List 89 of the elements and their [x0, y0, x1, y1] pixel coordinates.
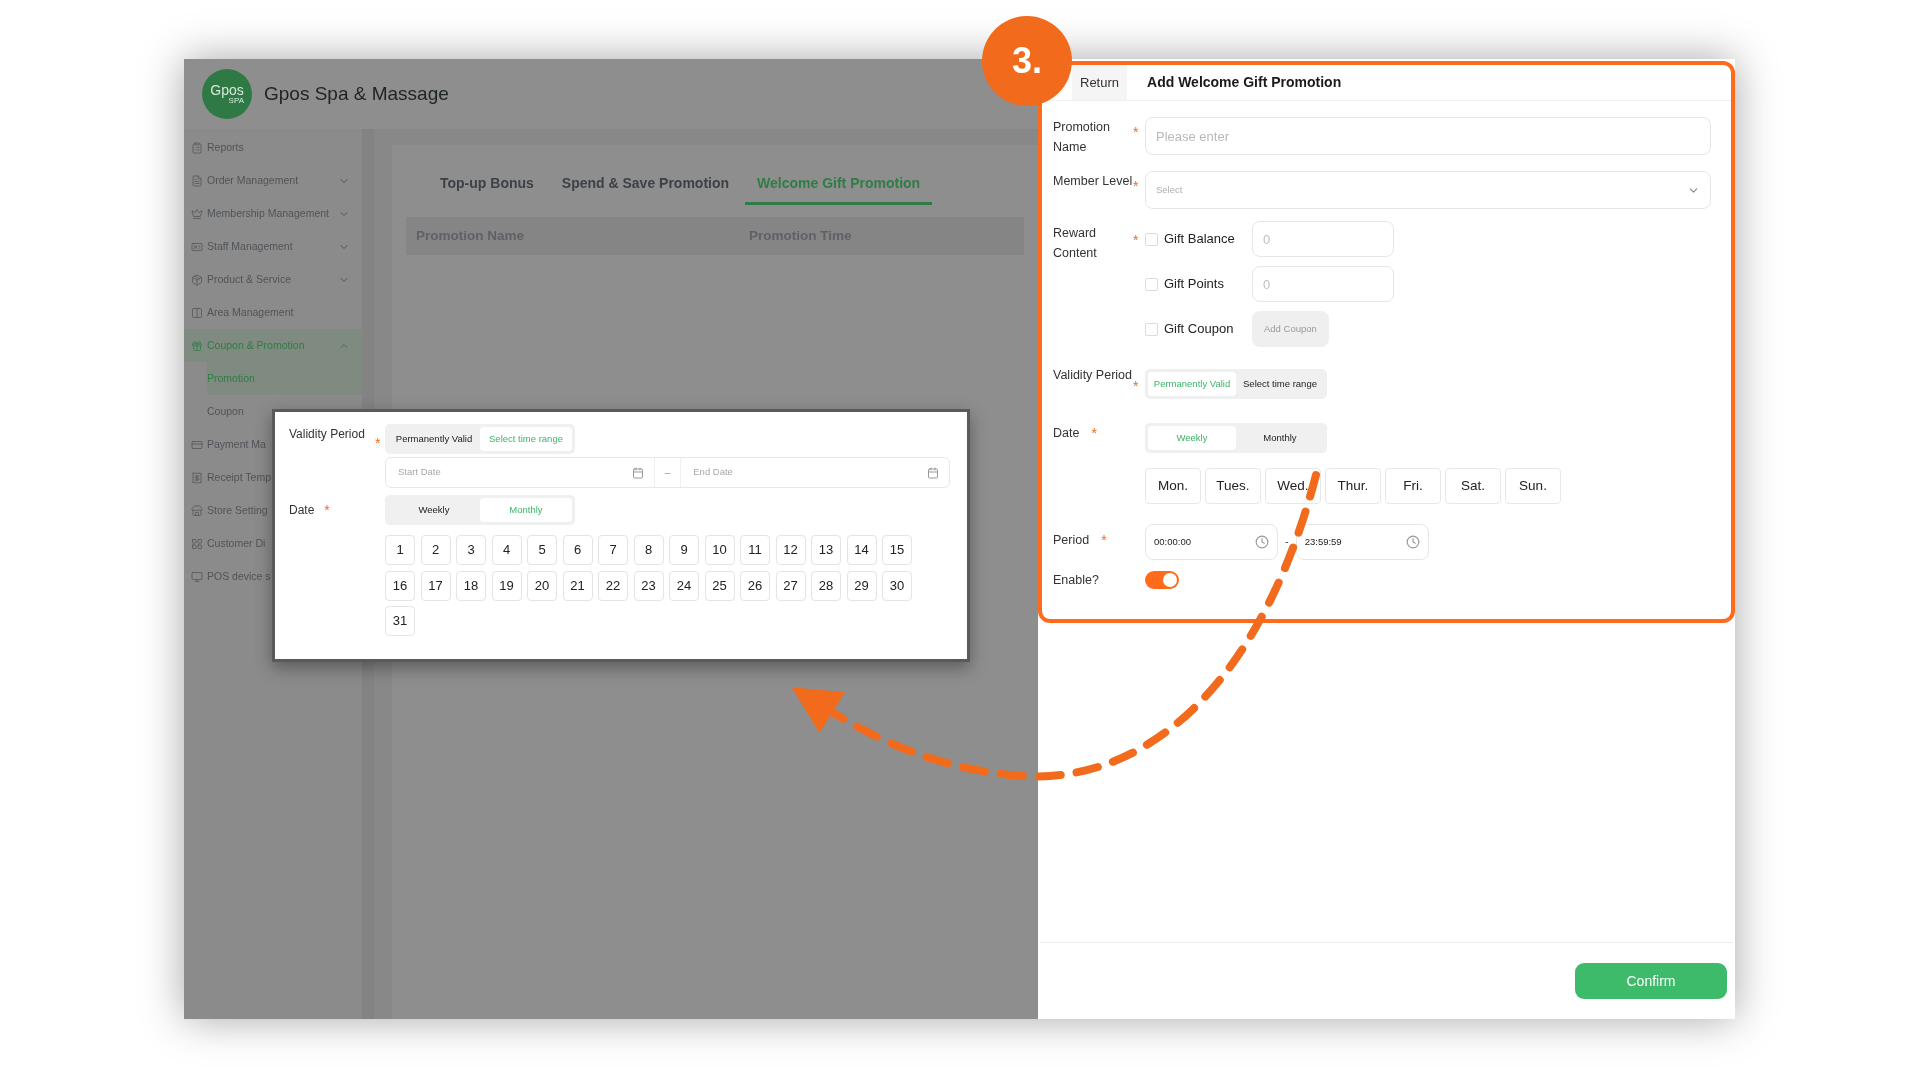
- required-mark: *: [1133, 179, 1139, 193]
- day-button[interactable]: 3: [456, 535, 486, 565]
- weekday-button[interactable]: Thur.: [1325, 468, 1381, 504]
- clock-icon: [1255, 535, 1269, 549]
- store-icon: [191, 504, 203, 517]
- app-title: Gpos Spa & Massage: [264, 81, 449, 106]
- day-button[interactable]: 8: [633, 535, 664, 565]
- weekday-button[interactable]: Tues.: [1205, 468, 1261, 504]
- day-button[interactable]: 17: [420, 570, 451, 601]
- required-mark: *: [375, 436, 381, 450]
- field-label: Validity Period: [1053, 367, 1133, 384]
- field-label: Validity Period: [289, 426, 366, 443]
- weekday-button[interactable]: Wed.: [1265, 468, 1321, 504]
- field-label: Period: [1053, 532, 1090, 549]
- required-mark: *: [324, 503, 330, 520]
- required-mark: *: [1101, 533, 1107, 550]
- calendar-icon: [631, 466, 644, 479]
- crown-icon: [191, 207, 203, 220]
- day-button[interactable]: 25: [704, 570, 735, 601]
- package-icon: [191, 273, 203, 286]
- day-button[interactable]: 14: [846, 535, 877, 565]
- drawer-title: Add Welcome Gift Promotion: [1147, 73, 1342, 92]
- day-button[interactable]: 5: [527, 535, 557, 565]
- amount-field[interactable]: 0: [1252, 266, 1394, 302]
- day-button[interactable]: 24: [669, 570, 699, 601]
- start-time-field[interactable]: 00:00:00: [1145, 524, 1278, 560]
- day-button[interactable]: 12: [775, 535, 806, 565]
- receipt-icon: [191, 471, 203, 484]
- day-button[interactable]: 19: [491, 570, 522, 601]
- field-label: Enable?: [1053, 572, 1100, 589]
- day-button[interactable]: 11: [740, 535, 770, 565]
- day-button[interactable]: 31: [385, 606, 415, 636]
- day-button[interactable]: 21: [562, 570, 593, 601]
- day-button[interactable]: 28: [811, 570, 841, 601]
- day-button[interactable]: 29: [846, 570, 877, 601]
- required-mark: *: [1091, 426, 1097, 443]
- day-button[interactable]: 23: [633, 570, 664, 601]
- id-card-icon: [191, 240, 203, 253]
- logo: Gpos SPA: [202, 69, 252, 119]
- enable-toggle[interactable]: [1145, 571, 1179, 589]
- calendar-icon: [927, 466, 939, 479]
- checkbox-label: Gift Points: [1164, 275, 1225, 294]
- weekday-button[interactable]: Fri.: [1385, 468, 1441, 504]
- field-label: Promotion Name: [1053, 119, 1111, 156]
- clipboard-icon: [191, 141, 203, 154]
- checkbox-label: Gift Coupon: [1164, 320, 1235, 339]
- checkbox[interactable]: [1145, 232, 1158, 246]
- day-button[interactable]: 2: [420, 535, 451, 565]
- checkbox[interactable]: [1145, 277, 1158, 291]
- weekday-button[interactable]: Sun.: [1505, 468, 1561, 504]
- promotion-name-field[interactable]: Please enter: [1145, 117, 1711, 155]
- monitor-icon: [191, 570, 203, 583]
- day-button[interactable]: 4: [491, 535, 522, 565]
- clock-icon: [1405, 535, 1420, 549]
- field-label: Reward Content: [1053, 225, 1098, 262]
- day-button[interactable]: 18: [456, 570, 486, 601]
- day-button[interactable]: 16: [385, 570, 415, 601]
- amount-field[interactable]: 0: [1252, 221, 1394, 257]
- grid-icon: [191, 537, 203, 550]
- card-icon: [191, 438, 203, 451]
- time-separator: -: [1285, 534, 1289, 549]
- day-button[interactable]: 15: [882, 535, 912, 565]
- step-badge: 3.: [982, 16, 1072, 106]
- day-button[interactable]: 20: [527, 570, 557, 601]
- columns-icon: [191, 306, 203, 319]
- field-label: Date: [289, 502, 315, 519]
- day-button[interactable]: 9: [669, 535, 699, 565]
- day-button[interactable]: 1: [385, 535, 415, 565]
- return-tab[interactable]: Return: [1072, 65, 1128, 100]
- field-label: Date: [1053, 425, 1080, 442]
- day-button[interactable]: 26: [740, 570, 770, 601]
- required-mark: *: [1133, 233, 1139, 247]
- weekday-button[interactable]: Sat.: [1445, 468, 1501, 504]
- day-button[interactable]: 13: [811, 535, 841, 565]
- range-separator: –: [653, 458, 682, 487]
- day-button[interactable]: 7: [598, 535, 628, 565]
- field-label: Member Level: [1053, 173, 1133, 190]
- day-button[interactable]: 27: [775, 570, 806, 601]
- document-icon: [191, 174, 203, 187]
- checkbox-label: Gift Balance: [1164, 230, 1236, 249]
- day-button[interactable]: 10: [704, 535, 735, 565]
- day-button[interactable]: 6: [562, 535, 593, 565]
- day-button[interactable]: 22: [598, 570, 628, 601]
- end-time-field[interactable]: 23:59:59: [1295, 524, 1429, 560]
- gift-icon: [191, 339, 203, 352]
- day-button[interactable]: 30: [882, 570, 912, 601]
- required-mark: *: [1133, 125, 1139, 139]
- required-mark: *: [1133, 379, 1139, 393]
- weekday-button[interactable]: Mon.: [1145, 468, 1201, 504]
